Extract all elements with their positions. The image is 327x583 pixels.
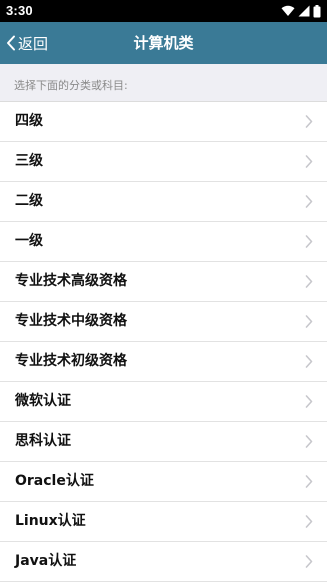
- list-item-label: 思科认证: [15, 433, 71, 449]
- list-item[interactable]: 三级: [0, 142, 327, 182]
- category-list: 四级 三级 二级 一级 专业技术高级资格 专业技术中级资格 专业技术初级资格 微…: [0, 102, 327, 582]
- list-item[interactable]: 专业技术中级资格: [0, 302, 327, 342]
- chevron-right-icon: [305, 395, 313, 408]
- back-button[interactable]: 返回: [6, 22, 48, 64]
- chevron-right-icon: [305, 355, 313, 368]
- list-item-label: 专业技术中级资格: [15, 313, 127, 329]
- chevron-right-icon: [305, 155, 313, 168]
- list-item[interactable]: 专业技术初级资格: [0, 342, 327, 382]
- list-item[interactable]: Oracle认证: [0, 462, 327, 502]
- list-item-label: Oracle认证: [15, 473, 94, 489]
- chevron-right-icon: [305, 275, 313, 288]
- list-item-label: 四级: [15, 113, 43, 129]
- chevron-right-icon: [305, 315, 313, 328]
- status-time: 3:30: [6, 3, 33, 18]
- signal-icon: [298, 5, 310, 17]
- chevron-right-icon: [305, 435, 313, 448]
- wifi-icon: [281, 5, 295, 16]
- list-item-label: 专业技术初级资格: [15, 353, 127, 369]
- chevron-right-icon: [305, 235, 313, 248]
- chevron-right-icon: [305, 555, 313, 568]
- list-item-label: 微软认证: [15, 393, 71, 409]
- list-item[interactable]: 专业技术高级资格: [0, 262, 327, 302]
- chevron-right-icon: [305, 515, 313, 528]
- chevron-right-icon: [305, 475, 313, 488]
- list-item-label: 专业技术高级资格: [15, 273, 127, 289]
- status-bar: 3:30: [0, 0, 327, 22]
- chevron-left-icon: [7, 35, 15, 51]
- list-item[interactable]: 一级: [0, 222, 327, 262]
- section-header: 选择下面的分类或科目:: [0, 64, 327, 102]
- list-item-label: 二级: [15, 193, 43, 209]
- list-item[interactable]: 思科认证: [0, 422, 327, 462]
- list-item[interactable]: Linux认证: [0, 502, 327, 542]
- status-icons: [281, 4, 321, 18]
- list-item-label: Linux认证: [15, 513, 86, 529]
- nav-bar: 返回 计算机类: [0, 22, 327, 64]
- list-item-label: 一级: [15, 233, 43, 249]
- back-label: 返回: [18, 34, 49, 53]
- list-item[interactable]: 二级: [0, 182, 327, 222]
- chevron-right-icon: [305, 195, 313, 208]
- list-item[interactable]: Java认证: [0, 542, 327, 582]
- section-label: 选择下面的分类或科目:: [14, 79, 128, 92]
- page-title: 计算机类: [133, 34, 194, 52]
- list-item[interactable]: 四级: [0, 102, 327, 142]
- list-item-label: 三级: [15, 153, 43, 169]
- list-item[interactable]: 微软认证: [0, 382, 327, 422]
- list-item-label: Java认证: [15, 553, 77, 569]
- chevron-right-icon: [305, 115, 313, 128]
- battery-icon: [313, 4, 321, 17]
